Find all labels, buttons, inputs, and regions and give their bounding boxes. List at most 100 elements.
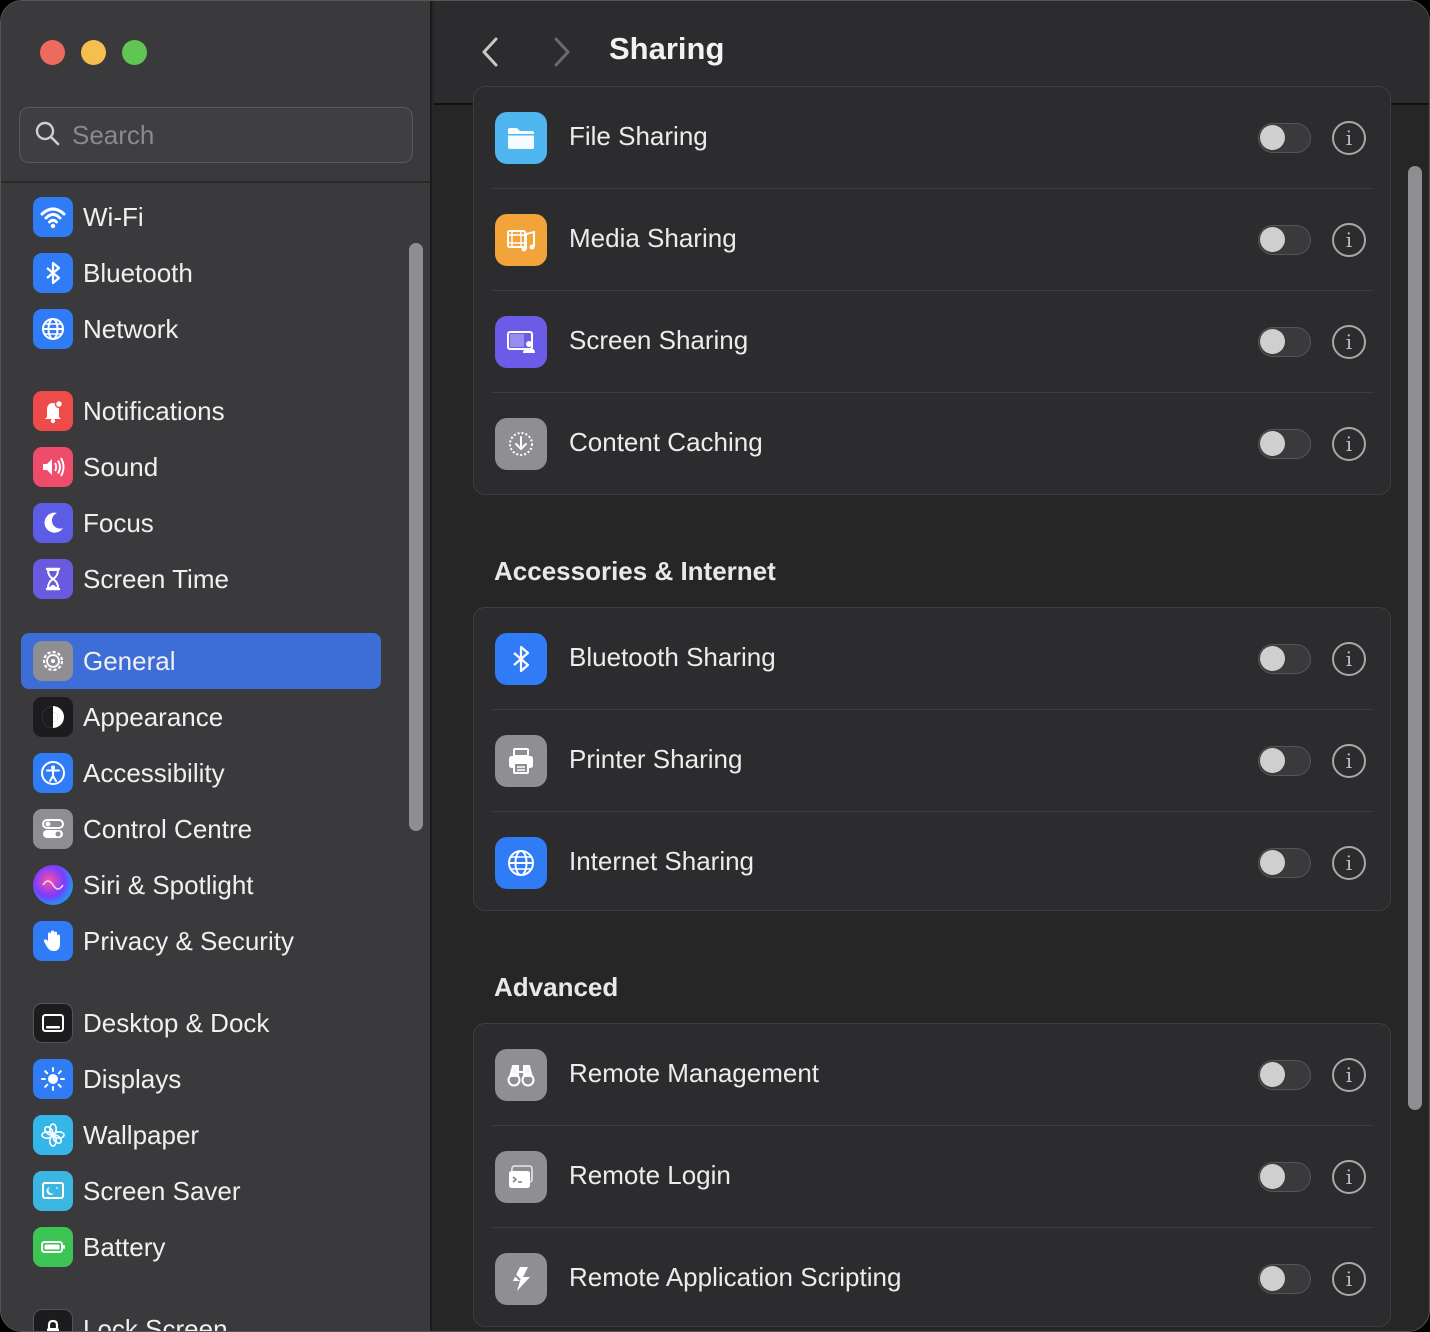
sidebar-item-label: Battery (83, 1231, 166, 1262)
gear-icon (33, 641, 73, 681)
row-label: Remote Login (569, 1160, 731, 1190)
sun-icon (33, 1059, 73, 1099)
sidebar-item-lock-screen[interactable]: Lock Screen (21, 1301, 381, 1331)
main-scrollbar[interactable] (1408, 166, 1422, 1110)
sidebar-item-notifications[interactable]: Notifications (21, 383, 381, 439)
sidebar-item-label: Screen Saver (83, 1175, 241, 1206)
sidebar-item-wallpaper[interactable]: Wallpaper (21, 1107, 381, 1163)
row-label: Content Caching (569, 427, 763, 457)
accessibility-icon (33, 753, 73, 793)
siri-icon (33, 865, 73, 905)
content-caching-toggle[interactable] (1258, 429, 1311, 459)
info-icon[interactable]: i (1332, 642, 1366, 676)
bluetooth-icon (495, 633, 547, 685)
back-button[interactable] (476, 35, 506, 69)
info-icon[interactable]: i (1332, 121, 1366, 155)
info-icon[interactable]: i (1332, 223, 1366, 257)
lock-icon (33, 1309, 73, 1331)
sidebar-item-battery[interactable]: Battery (21, 1219, 381, 1275)
row-label: Remote Management (569, 1058, 820, 1088)
search-input[interactable]: Search (19, 107, 413, 163)
sidebar-item-control-centre[interactable]: Control Centre (21, 801, 381, 857)
sidebar-item-label: Appearance (83, 701, 224, 732)
folder-icon (495, 112, 547, 164)
sidebar-item-screen-time[interactable]: Screen Time (21, 551, 381, 607)
zoom-button[interactable] (122, 40, 147, 65)
printer-sharing-row: Printer Sharing i (474, 710, 1390, 812)
sidebar-item-label: Wi-Fi (83, 201, 144, 232)
sidebar-item-desktop-dock[interactable]: Desktop & Dock (21, 995, 381, 1051)
sidebar-item-privacy-security[interactable]: Privacy & Security (21, 913, 381, 969)
remote-management-toggle[interactable] (1258, 1060, 1311, 1090)
accessories-internet-group: Bluetooth Sharing i Printer Sharing i In… (473, 607, 1391, 911)
forward-button[interactable] (546, 35, 576, 69)
sidebar-item-siri-spotlight[interactable]: Siri & Spotlight (21, 857, 381, 913)
screen-sharing-row: Screen Sharing i (474, 291, 1390, 393)
hourglass-icon (33, 559, 73, 599)
page-title: Sharing (609, 31, 725, 66)
sidebar-item-sound[interactable]: Sound (21, 439, 381, 495)
screen-sharing-toggle[interactable] (1258, 327, 1311, 357)
globe-icon (33, 309, 73, 349)
binoculars-icon (495, 1049, 547, 1101)
info-icon[interactable]: i (1332, 427, 1366, 461)
sidebar-item-displays[interactable]: Displays (21, 1051, 381, 1107)
printer-icon (495, 735, 547, 787)
dock-icon (33, 1003, 73, 1043)
sidebar-item-label: Wallpaper (83, 1119, 200, 1150)
music-icon (495, 214, 547, 266)
sidebar-item-label: General (83, 645, 176, 676)
row-label: Bluetooth Sharing (569, 642, 776, 672)
row-label: Printer Sharing (569, 744, 743, 774)
sidebar-item-label: Desktop & Dock (83, 1007, 270, 1038)
info-icon[interactable]: i (1332, 1160, 1366, 1194)
sidebar-item-wifi[interactable]: Wi-Fi (21, 189, 381, 245)
sidebar-item-network[interactable]: Network (21, 301, 381, 357)
appearance-icon (33, 697, 73, 737)
flower-icon (33, 1115, 73, 1155)
info-icon[interactable]: i (1332, 846, 1366, 880)
bluetooth-sharing-toggle[interactable] (1258, 644, 1311, 674)
globe-icon (495, 837, 547, 889)
info-icon[interactable]: i (1332, 1262, 1366, 1296)
sidebar-item-accessibility[interactable]: Accessibility (21, 745, 381, 801)
section-title: Advanced (494, 972, 619, 1002)
search-placeholder: Search (72, 119, 155, 150)
file-sharing-toggle[interactable] (1258, 123, 1311, 153)
sidebar-scrollbar[interactable] (409, 243, 423, 831)
advanced-group: Remote Management i Remote Login i Remot… (473, 1023, 1391, 1327)
internet-sharing-toggle[interactable] (1258, 848, 1311, 878)
wifi-icon (33, 197, 73, 237)
info-icon[interactable]: i (1332, 744, 1366, 778)
remote-login-toggle[interactable] (1258, 1162, 1311, 1192)
sidebar-item-label: Siri & Spotlight (83, 869, 254, 900)
printer-sharing-toggle[interactable] (1258, 746, 1311, 776)
sidebar-item-general[interactable]: General (21, 633, 381, 689)
sidebar-item-label: Notifications (83, 395, 225, 426)
sidebar-item-label: Focus (83, 507, 154, 538)
remote-application-scripting-toggle[interactable] (1258, 1264, 1311, 1294)
remote-application-scripting-row: Remote Application Scripting i (474, 1228, 1390, 1326)
media-sharing-toggle[interactable] (1258, 225, 1311, 255)
switches-icon (33, 809, 73, 849)
speaker-icon (33, 447, 73, 487)
info-icon[interactable]: i (1332, 1058, 1366, 1092)
row-label: Screen Sharing (569, 325, 749, 355)
remote-management-row: Remote Management i (474, 1024, 1390, 1126)
sidebar-item-screen-saver[interactable]: Screen Saver (21, 1163, 381, 1219)
sidebar-item-bluetooth[interactable]: Bluetooth (21, 245, 381, 301)
close-button[interactable] (40, 40, 65, 65)
row-label: Internet Sharing (569, 846, 755, 876)
sidebar-item-label: Screen Time (83, 563, 229, 594)
sidebar-item-appearance[interactable]: Appearance (21, 689, 381, 745)
moon-icon (33, 503, 73, 543)
media-sharing-row: Media Sharing i (474, 189, 1390, 291)
info-icon[interactable]: i (1332, 325, 1366, 359)
row-label: File Sharing (569, 121, 708, 151)
sidebar-item-label: Control Centre (83, 813, 253, 844)
minimize-button[interactable] (81, 40, 106, 65)
traffic-lights (40, 40, 147, 65)
screen-sharing-icon (495, 316, 547, 368)
sidebar-item-focus[interactable]: Focus (21, 495, 381, 551)
content-caching-row: Content Caching i (474, 393, 1390, 494)
